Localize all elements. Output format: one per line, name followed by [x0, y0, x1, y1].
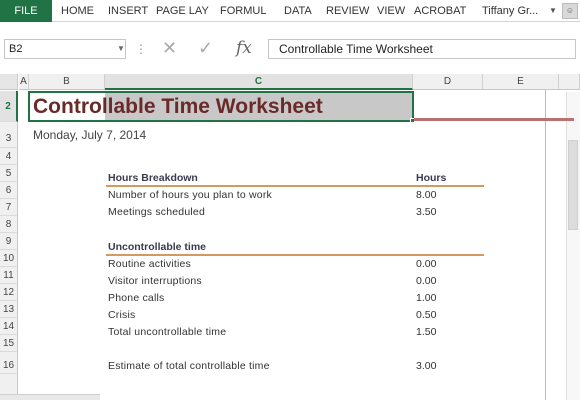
- tab-formulas[interactable]: FORMUL: [220, 0, 266, 22]
- row-value-visitors[interactable]: 0.00: [416, 275, 436, 287]
- tab-data[interactable]: DATA: [284, 0, 312, 22]
- section-divider: [106, 254, 484, 256]
- ribbon: FILE HOME INSERT PAGE LAY FORMUL DATA RE…: [0, 0, 580, 22]
- vertical-scrollbar[interactable]: [566, 92, 580, 400]
- enter-icon[interactable]: ✓: [198, 37, 213, 59]
- tab-insert[interactable]: INSERT: [108, 0, 148, 22]
- more-icon: ⋮: [135, 42, 147, 56]
- row-header-8[interactable]: 8: [0, 216, 18, 233]
- title-underline: [414, 118, 574, 121]
- tab-home[interactable]: HOME: [61, 0, 94, 22]
- hours-column-header[interactable]: Hours: [416, 172, 446, 184]
- horizontal-scrollbar[interactable]: [0, 394, 100, 400]
- row-label-crisis[interactable]: Crisis: [108, 309, 135, 321]
- row-header-10[interactable]: 10: [0, 250, 18, 267]
- scrollbar-thumb[interactable]: [568, 140, 578, 230]
- chevron-down-icon[interactable]: ▼: [117, 40, 125, 58]
- cancel-icon[interactable]: ✕: [162, 37, 177, 59]
- tab-acrobat[interactable]: ACROBAT: [414, 0, 466, 22]
- tab-view[interactable]: VIEW: [377, 0, 405, 22]
- page-break-line: [545, 90, 546, 400]
- row-header-11[interactable]: 11: [0, 267, 18, 284]
- row-label-estimate[interactable]: Estimate of total controllable time: [108, 360, 270, 372]
- row-header-3[interactable]: 3: [0, 122, 18, 148]
- worksheet-date[interactable]: Monday, July 7, 2014: [33, 128, 146, 142]
- row-header-9[interactable]: 9: [0, 233, 18, 250]
- row-value-routine[interactable]: 0.00: [416, 258, 436, 270]
- name-box-value: B2: [9, 43, 23, 55]
- row-label-planned-hours[interactable]: Number of hours you plan to work: [108, 189, 272, 201]
- row-value-phone[interactable]: 1.00: [416, 292, 436, 304]
- row-header-2[interactable]: 2: [0, 91, 18, 122]
- row-value-planned-hours[interactable]: 8.00: [416, 189, 436, 201]
- row-value-crisis[interactable]: 0.50: [416, 309, 436, 321]
- uncontrollable-header[interactable]: Uncontrollable time: [108, 241, 206, 253]
- row-header-14[interactable]: 14: [0, 318, 18, 335]
- row-label-phone[interactable]: Phone calls: [108, 292, 164, 304]
- row-header-6[interactable]: 6: [0, 182, 18, 199]
- row-header-7[interactable]: 7: [0, 199, 18, 216]
- row-header-16[interactable]: 16: [0, 352, 18, 374]
- file-tab[interactable]: FILE: [0, 0, 52, 22]
- column-header-a[interactable]: A: [19, 74, 29, 90]
- row-label-routine[interactable]: Routine activities: [108, 258, 191, 270]
- row-header-4[interactable]: 4: [0, 148, 18, 165]
- select-all-corner[interactable]: [0, 74, 18, 90]
- row-value-estimate[interactable]: 3.00: [416, 360, 436, 372]
- column-header-f[interactable]: [559, 74, 580, 90]
- formula-bar: B2 ▼ ⋮ ✕ ✓ fx Controllable Time Workshee…: [0, 22, 580, 74]
- formula-input[interactable]: Controllable Time Worksheet: [268, 39, 576, 59]
- row-value-meetings[interactable]: 3.50: [416, 206, 436, 218]
- column-header-d[interactable]: D: [413, 74, 483, 90]
- row-value-total-uncontrollable[interactable]: 1.50: [416, 326, 436, 338]
- active-cell-border: [28, 91, 414, 122]
- hours-breakdown-header[interactable]: Hours Breakdown: [108, 172, 198, 184]
- tab-review[interactable]: REVIEW: [326, 0, 369, 22]
- section-divider: [106, 185, 484, 187]
- row-label-meetings[interactable]: Meetings scheduled: [108, 206, 205, 218]
- avatar[interactable]: ☺: [562, 3, 578, 19]
- tab-page-layout[interactable]: PAGE LAY: [156, 0, 209, 22]
- row-label-visitors[interactable]: Visitor interruptions: [108, 275, 202, 287]
- insert-function-icon[interactable]: fx: [236, 38, 252, 58]
- row-header-15[interactable]: 15: [0, 335, 18, 352]
- column-header-c[interactable]: C: [105, 74, 413, 90]
- row-label-total-uncontrollable[interactable]: Total uncontrollable time: [108, 326, 226, 338]
- column-header-b[interactable]: B: [29, 74, 105, 90]
- user-name[interactable]: Tiffany Gr...: [482, 0, 538, 22]
- row-header-5[interactable]: 5: [0, 165, 18, 182]
- chevron-down-icon[interactable]: ▼: [549, 0, 557, 22]
- column-header-e[interactable]: E: [483, 74, 559, 90]
- name-box[interactable]: B2 ▼: [4, 39, 126, 59]
- spreadsheet-grid: A B C D E: [0, 74, 580, 400]
- row-header-12[interactable]: 12: [0, 284, 18, 301]
- row-header-13[interactable]: 13: [0, 301, 18, 318]
